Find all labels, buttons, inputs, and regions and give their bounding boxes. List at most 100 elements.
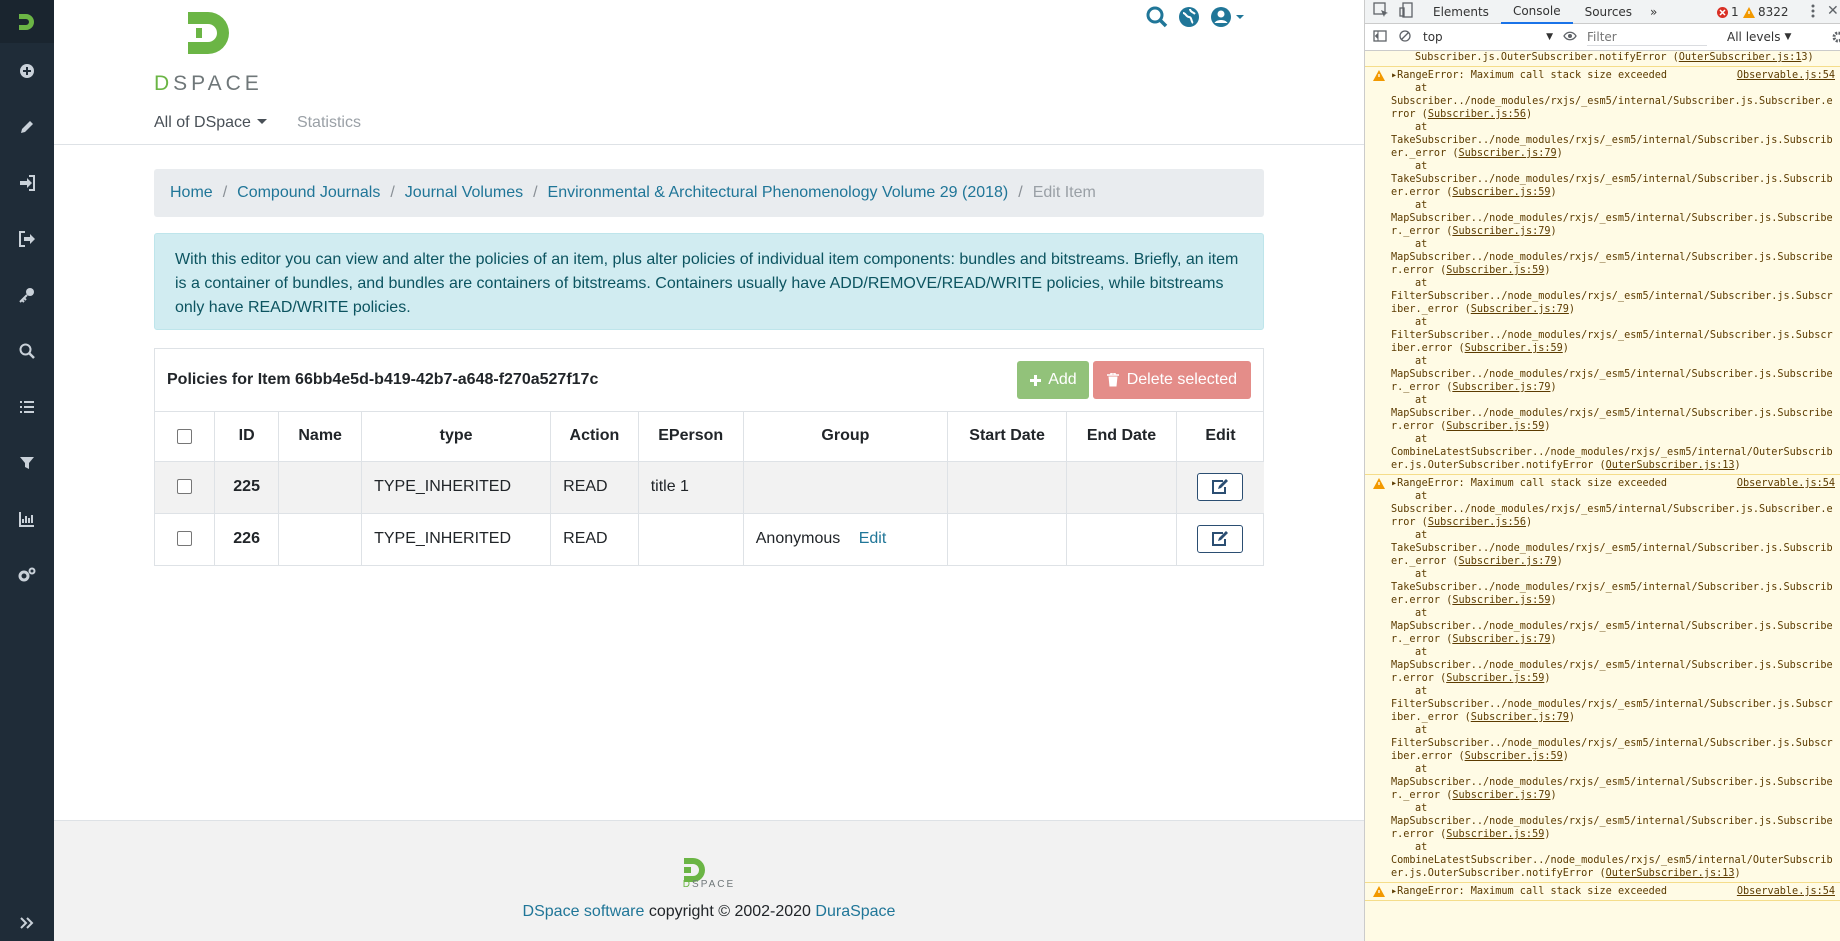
error-icon	[1717, 6, 1728, 18]
warning-icon	[1743, 6, 1755, 18]
kebab-menu-icon[interactable]	[1811, 4, 1815, 21]
plus-icon	[1030, 374, 1042, 386]
trash-icon	[1106, 373, 1119, 387]
user-menu-icon[interactable]	[1210, 6, 1246, 33]
breadcrumb-volume[interactable]: Environmental & Architectural Phenomenol…	[548, 184, 1009, 202]
breadcrumb-home[interactable]: Home	[170, 184, 213, 202]
source-link[interactable]: Subscriber.js:59	[1446, 829, 1544, 840]
stack-frame: MapSubscriber../node_modules/rxjs/_esm5/…	[1391, 369, 1833, 393]
key-icon[interactable]	[0, 267, 54, 323]
sign-in-icon[interactable]	[0, 155, 54, 211]
dspace-logo-icon[interactable]	[0, 0, 54, 43]
source-link[interactable]: Subscriber.js:59	[1452, 595, 1550, 606]
message-text[interactable]: ▸RangeError: Maximum call stack size exc…	[1391, 69, 1667, 82]
tab-console[interactable]: Console	[1500, 0, 1573, 24]
console-filter-input[interactable]	[1587, 28, 1707, 46]
policy-end-date	[1066, 513, 1177, 566]
source-link[interactable]: OuterSubscriber.js:1	[1679, 52, 1802, 63]
console-settings-gear-icon[interactable]	[1831, 30, 1840, 47]
stack-frame: FilterSubscriber../node_modules/rxjs/_es…	[1391, 291, 1833, 315]
column-header-end-date: End Date	[1066, 412, 1177, 462]
list-icon[interactable]	[0, 379, 54, 435]
source-link[interactable]: Subscriber.js:59	[1446, 265, 1544, 276]
message-text[interactable]: ▸RangeError: Maximum call stack size exc…	[1391, 885, 1667, 898]
log-levels-value: All levels	[1727, 30, 1781, 44]
clear-console-icon[interactable]	[1399, 29, 1411, 45]
source-link[interactable]: Subscriber.js:56	[1428, 109, 1526, 120]
add-policy-button[interactable]: Add	[1017, 361, 1089, 399]
search-icon[interactable]	[1146, 6, 1168, 33]
delete-selected-button[interactable]: Delete selected	[1092, 361, 1251, 399]
row-checkbox[interactable]	[177, 531, 193, 547]
edit-policy-button[interactable]	[1197, 473, 1244, 501]
source-link[interactable]: Subscriber.js:79	[1452, 382, 1550, 393]
devtools-tabbar: Elements Console Sources » 1 8322 ✕	[1365, 0, 1840, 24]
source-link[interactable]: OuterSubscriber.js:13	[1606, 460, 1735, 471]
source-link[interactable]: Subscriber.js:59	[1452, 187, 1550, 198]
source-link[interactable]: Subscriber.js:79	[1458, 556, 1556, 567]
live-expression-eye-icon[interactable]	[1563, 30, 1577, 44]
column-header-eperson: EPerson	[638, 412, 744, 462]
column-header-start-date: Start Date	[947, 412, 1068, 462]
source-link[interactable]: OuterSubscriber.js:13	[1606, 868, 1735, 879]
console-warning-message[interactable]: ▸RangeError: Maximum call stack size exc…	[1365, 883, 1840, 901]
source-link[interactable]: Subscriber.js:59	[1446, 673, 1544, 684]
search-icon[interactable]	[0, 323, 54, 379]
sidebar-toggle-icon[interactable]	[1373, 29, 1387, 45]
pencil-icon[interactable]	[0, 99, 54, 155]
expand-sidebar-icon[interactable]	[0, 911, 54, 935]
more-tabs-icon[interactable]: »	[1644, 5, 1663, 19]
dspace-software-link[interactable]: DSpace software	[523, 903, 645, 920]
tab-elements[interactable]: Elements	[1421, 0, 1501, 24]
source-link[interactable]: Subscriber.js:59	[1465, 343, 1563, 354]
stack-frame: Subscriber../node_modules/rxjs/_esm5/int…	[1391, 504, 1833, 528]
stack-frame: TakeSubscriber../node_modules/rxjs/_esm5…	[1391, 543, 1833, 567]
policies-panel: Policies for Item 66bb4e5d-b419-42b7-a64…	[154, 348, 1264, 566]
message-source-link[interactable]: Observable.js:54	[1737, 477, 1835, 490]
language-globe-icon[interactable]	[1178, 6, 1200, 33]
source-link[interactable]: Subscriber.js:79	[1471, 712, 1569, 723]
console-warning-message[interactable]: ▸RangeError: Maximum call stack size exc…	[1365, 67, 1840, 475]
gears-icon[interactable]	[0, 547, 54, 603]
inspect-element-icon[interactable]	[1373, 2, 1389, 21]
message-text[interactable]: ▸RangeError: Maximum call stack size exc…	[1391, 477, 1667, 490]
source-link[interactable]: Subscriber.js:59	[1446, 421, 1544, 432]
log-levels-dropdown[interactable]: All levels ▼	[1727, 30, 1791, 44]
source-link[interactable]: Subscriber.js:79	[1471, 304, 1569, 315]
stack-frame: FilterSubscriber../node_modules/rxjs/_es…	[1391, 738, 1833, 762]
error-counter[interactable]: 1	[1717, 5, 1739, 19]
policy-action: READ	[550, 461, 639, 514]
chart-icon[interactable]	[0, 491, 54, 547]
filter-icon[interactable]	[0, 435, 54, 491]
row-checkbox[interactable]	[177, 479, 193, 495]
statistics-link[interactable]: Statistics	[297, 114, 361, 132]
all-of-dspace-dropdown[interactable]: All of DSpace	[154, 114, 267, 132]
dspace-brand-logo[interactable]: DSPACE	[154, 10, 272, 95]
message-source-link[interactable]: Observable.js:54	[1737, 885, 1835, 898]
source-link[interactable]: Subscriber.js:79	[1458, 148, 1556, 159]
close-devtools-icon[interactable]: ✕	[1827, 3, 1839, 19]
edit-group-link[interactable]: Edit	[859, 530, 887, 547]
message-source-link[interactable]: Observable.js:54	[1737, 69, 1835, 82]
error-count: 1	[1731, 5, 1739, 19]
plus-circle-icon[interactable]	[0, 43, 54, 99]
select-all-checkbox[interactable]	[177, 428, 193, 444]
copyright-text: copyright © 2002-2020	[644, 903, 816, 920]
breadcrumb-journal-volumes[interactable]: Journal Volumes	[405, 184, 523, 202]
table-header-row: ID Name type Action EPerson Group Start …	[155, 412, 1264, 462]
source-link[interactable]: Subscriber.js:56	[1428, 517, 1526, 528]
stack-at-label: at	[1415, 647, 1428, 658]
source-link[interactable]: Subscriber.js:79	[1452, 634, 1550, 645]
source-link[interactable]: Subscriber.js:59	[1465, 751, 1563, 762]
device-toolbar-icon[interactable]	[1399, 2, 1413, 21]
breadcrumb-compound-journals[interactable]: Compound Journals	[237, 184, 380, 202]
tab-sources[interactable]: Sources	[1573, 0, 1644, 24]
edit-policy-button[interactable]	[1197, 525, 1244, 553]
console-warning-message[interactable]: ▸RangeError: Maximum call stack size exc…	[1365, 475, 1840, 883]
warning-counter[interactable]: 8322	[1743, 5, 1789, 19]
context-selector[interactable]: top ▼	[1423, 30, 1553, 44]
source-link[interactable]: Subscriber.js:79	[1452, 226, 1550, 237]
export-icon[interactable]	[0, 211, 54, 267]
duraspace-link[interactable]: DuraSpace	[815, 903, 895, 920]
source-link[interactable]: Subscriber.js:79	[1452, 790, 1550, 801]
